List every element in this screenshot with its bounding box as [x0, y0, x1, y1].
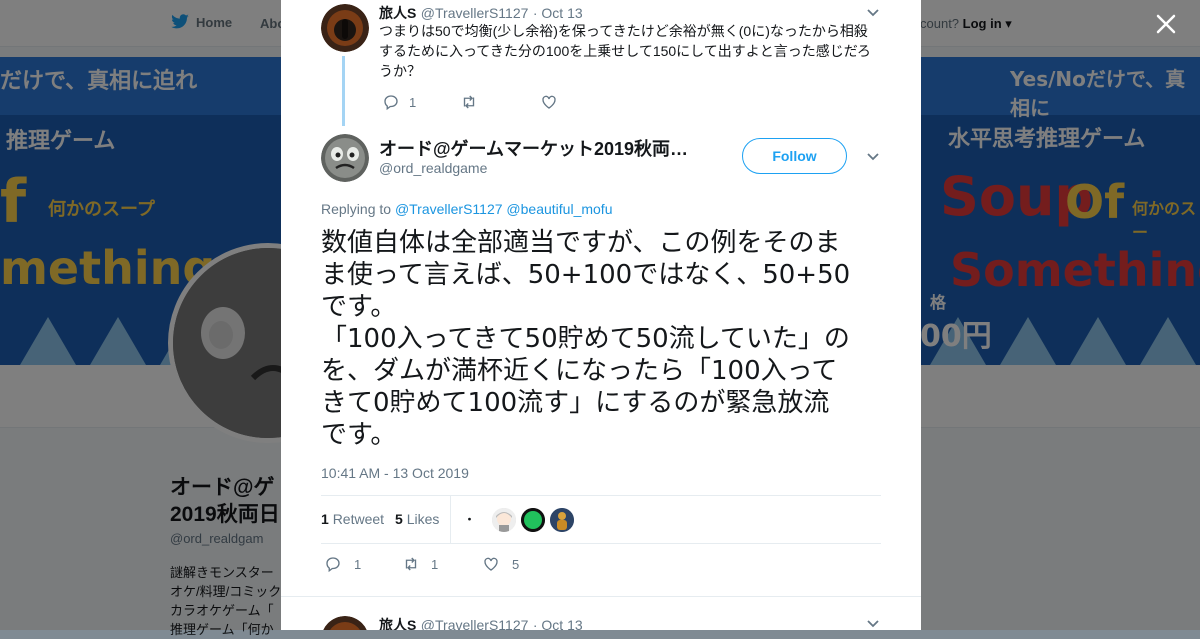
tweet-permalink-modal: 旅人S @TravellerS1127 · Oct 13 つまりは50で均衡(少… — [281, 0, 921, 630]
next-tweet-header: 旅人S @TravellerS1127 · Oct 13 — [379, 615, 583, 630]
replying-prefix: Replying to — [321, 201, 392, 217]
close-icon[interactable] — [1152, 10, 1180, 38]
main-tweet-line: ま使って言えば、50+100ではなく、50+50 — [321, 260, 851, 290]
next-author-handle[interactable]: @TravellerS1127 — [421, 617, 529, 630]
next-tweet-avatar[interactable] — [321, 616, 369, 630]
parent-like-button[interactable] — [540, 93, 567, 111]
liker-avatar-kaomoji[interactable]: ・ω・ — [464, 508, 488, 532]
main-tweet-line: を、ダムが満杯近くになったら「100入って — [321, 356, 838, 386]
replying-to-link-2[interactable]: @beautiful_mofu — [506, 201, 612, 217]
heart-icon — [484, 557, 498, 571]
likes-stat[interactable]: 5 Likes — [395, 511, 439, 527]
next-tweet-date[interactable]: · Oct 13 — [533, 617, 583, 630]
main-reply-button[interactable]: 1 — [324, 555, 361, 573]
next-tweet-menu-chevron-icon[interactable] — [866, 619, 880, 629]
main-tweet-menu-chevron-icon[interactable] — [866, 152, 880, 162]
replying-to-context: Replying to @TravellerS1127 @beautiful_m… — [321, 201, 612, 217]
main-like-count: 5 — [512, 556, 520, 572]
traveller-avatar-image — [323, 616, 367, 630]
main-retweet-button[interactable]: 1 — [402, 555, 438, 573]
liker-avatar-green-circle[interactable] — [521, 508, 545, 532]
parent-author-handle[interactable]: @TravellerS1127 — [421, 5, 529, 21]
parent-reply-button[interactable]: 1 — [382, 93, 416, 111]
main-tweet-avatar[interactable] — [321, 134, 369, 182]
main-like-button[interactable]: 5 — [482, 555, 519, 573]
parent-tweet-avatar[interactable] — [321, 4, 369, 52]
parent-tweet-text: つまりは50で均衡(少し余裕)を保ってきたけど余裕が無く(0に)なったから相殺す… — [379, 23, 871, 79]
reply-divider — [281, 596, 921, 597]
liker-avatar-golden-figure[interactable] — [550, 508, 574, 532]
main-tweet-line: です。 — [321, 420, 397, 450]
liker-avatar-anime-girl[interactable] — [492, 508, 516, 532]
parent-tweet-menu-chevron-icon[interactable] — [866, 8, 880, 18]
thread-connector-line — [342, 56, 345, 126]
main-reply-count: 1 — [354, 556, 362, 572]
parent-reply-count: 1 — [409, 94, 417, 110]
follow-button[interactable]: Follow — [742, 138, 847, 174]
main-tweet-line: 「100入ってきて50貯めて50流していた」の — [321, 324, 850, 354]
main-retweet-count: 1 — [431, 556, 439, 572]
heart-icon — [542, 95, 556, 109]
main-author-name[interactable]: オード@ゲームマーケット2019秋両… — [379, 135, 688, 161]
parent-tweet-date[interactable]: · Oct 13 — [533, 5, 583, 21]
main-tweet-timestamp[interactable]: 10:41 AM - 13 Oct 2019 — [321, 465, 469, 481]
traveller-avatar-image — [321, 4, 369, 52]
main-tweet-line: 数値自体は全部適当ですが、この例をそのま — [321, 228, 841, 258]
main-tweet-line: です。 — [321, 292, 397, 322]
reply-icon — [326, 557, 340, 573]
main-tweet-line: きて0貯めて100流す」にするのが緊急放流 — [321, 388, 830, 418]
next-author-name[interactable]: 旅人S — [379, 617, 416, 630]
main-tweet-text: 数値自体は全部適当ですが、この例をそのま ま使って言えば、50+100ではなく、… — [321, 227, 881, 451]
parent-retweet-button[interactable] — [460, 93, 487, 111]
replying-to-link-1[interactable]: @TravellerS1127 — [395, 201, 503, 217]
zombie-avatar-image — [321, 134, 369, 182]
parent-author-name[interactable]: 旅人S — [379, 5, 416, 21]
retweet-icon — [405, 557, 417, 571]
reply-icon — [384, 95, 398, 111]
tweet-stats-bar: 1 Retweet 5 Likes ・ω・ — [321, 495, 881, 544]
retweet-stat[interactable]: 1 Retweet — [321, 511, 384, 527]
retweet-icon — [463, 95, 475, 109]
main-author-handle[interactable]: @ord_realdgame — [379, 160, 487, 176]
stats-divider — [450, 496, 451, 543]
parent-tweet-header: 旅人S @TravellerS1127 · Oct 13 — [379, 3, 583, 23]
